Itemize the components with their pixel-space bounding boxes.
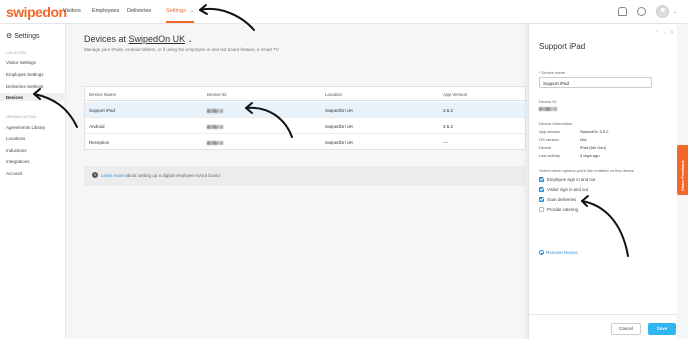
redacted-id (207, 108, 223, 113)
cell-app-version: 3.5.2 (443, 124, 454, 129)
checkbox-unchecked[interactable] (539, 207, 544, 212)
device-name-label: * Device name (539, 70, 566, 75)
save-button[interactable]: Save (648, 323, 676, 335)
info-key: OS version (539, 137, 559, 142)
device-detail-panel: ⌃ ⌄ ✕ Support iPad * Device name Support… (528, 24, 678, 339)
device-id-value (539, 106, 557, 111)
device-name-field[interactable]: Support iPad (539, 77, 652, 88)
chevron-down-icon[interactable]: ⌄ (673, 9, 677, 15)
swipedon-logo[interactable]: swipedon (6, 4, 67, 20)
option-label: Visitor sign in and out (547, 187, 589, 192)
info-value: SwipedOn 3.5.2 (580, 129, 609, 134)
checkbox-checked[interactable] (539, 197, 544, 202)
table-row[interactable]: Reception SwipedOn UK — (85, 134, 527, 150)
cell-device-name: Reception (89, 140, 110, 145)
info-text: Learn more about setting up a digital em… (101, 173, 220, 178)
redacted-id (539, 106, 557, 111)
nav-visitors[interactable]: Visitors (63, 8, 81, 14)
cell-location: SwipedOn UK (325, 108, 354, 113)
nav-employees[interactable]: Employees (92, 8, 119, 14)
cell-device-id (207, 140, 223, 145)
info-icon: i (92, 172, 98, 178)
info-key: Device (539, 145, 552, 150)
feedback-label: Share Feedback (680, 160, 685, 191)
column-header-device-name[interactable]: Device Name (89, 92, 116, 97)
sidebar-item-integrations[interactable]: Integrations (6, 159, 30, 164)
option-label: Scan deliveries (547, 197, 577, 202)
column-header-location[interactable]: Location (325, 92, 342, 97)
sidebar-item-employee-settings[interactable]: Employee Settings (6, 72, 44, 77)
page-subtitle: Manage your iPads, Android tablets, or i… (84, 47, 279, 52)
sidebar: ⚙ Settings LOCATION Visitor Settings Emp… (0, 24, 66, 339)
panel-title: Support iPad (539, 42, 586, 51)
cell-device-name: Android (89, 124, 105, 129)
sidebar-item-account[interactable]: Account (6, 171, 22, 176)
cell-device-name: Support iPad (89, 108, 116, 113)
share-feedback-tab[interactable]: Share Feedback (677, 145, 688, 195)
cell-device-id (207, 108, 223, 113)
sidebar-section-location: LOCATION (6, 51, 27, 55)
sidebar-item-inductions[interactable]: Inductions (6, 148, 27, 153)
sidebar-section-organization: ORGANIZATION (6, 115, 36, 119)
page-title: Devices at SwipedOn UK ⌄ (84, 34, 193, 44)
info-banner: i Learn more about setting up a digital … (84, 166, 526, 186)
info-key: Last activity (539, 153, 560, 158)
chevron-down-icon[interactable]: ⌄ (188, 38, 193, 44)
info-key: App version (539, 129, 561, 134)
column-header-device-id[interactable]: Device ID (207, 92, 227, 97)
chevron-down-icon[interactable]: ⌄ (663, 30, 667, 36)
active-nav-indicator (166, 21, 194, 23)
nav-deliveries[interactable]: Deliveries (127, 8, 151, 14)
checkbox-checked[interactable] (539, 187, 544, 192)
info-value: iPad (6th Gen) (580, 145, 607, 150)
info-value: 3 days ago (580, 153, 600, 158)
learn-more-link[interactable]: Learn more (101, 173, 124, 178)
device-info-label: Device Information (539, 121, 573, 126)
devices-table: Device Name Device ID Location App Versi… (84, 86, 527, 150)
divider (529, 314, 678, 315)
table-header: Device Name Device ID Location App Versi… (85, 87, 527, 101)
sidebar-item-locations[interactable]: Locations (6, 136, 25, 141)
chevron-down-icon[interactable]: ⌄ (190, 8, 194, 14)
cell-device-id (207, 124, 223, 129)
redacted-id (207, 124, 223, 129)
checkbox-checked[interactable] (539, 177, 544, 182)
info-value: N/A (580, 137, 587, 142)
bell-icon[interactable] (618, 7, 627, 16)
sidebar-item-devices[interactable]: Devices (6, 95, 23, 100)
cancel-button[interactable]: Cancel (611, 323, 641, 335)
help-icon[interactable] (637, 7, 646, 16)
sidebar-item-agreements-library[interactable]: Agreements Library (6, 125, 45, 130)
column-header-app-version[interactable]: App Version (443, 92, 467, 97)
options-label: Select which options you'd like enabled … (539, 168, 635, 173)
cell-location: SwipedOn UK (325, 140, 354, 145)
close-icon[interactable]: ✕ (670, 30, 674, 36)
cell-app-version: 3.5.2 (443, 108, 454, 113)
remove-device-button[interactable]: Remove Device (539, 250, 578, 256)
location-selector[interactable]: SwipedOn UK (129, 34, 186, 44)
sidebar-title: ⚙ Settings (6, 33, 40, 40)
chevron-up-icon[interactable]: ⌃ (655, 30, 659, 36)
option-label: Employee sign in and out (547, 177, 596, 182)
redacted-id (207, 140, 223, 145)
table-row[interactable]: Android SwipedOn UK 3.5.2 (85, 118, 527, 134)
table-row[interactable]: Support iPad SwipedOn UK 3.5.2 (85, 102, 527, 118)
minus-circle-icon (539, 250, 544, 256)
gear-icon: ⚙ (6, 33, 15, 40)
cell-location: SwipedOn UK (325, 124, 354, 129)
sidebar-item-visitor-settings[interactable]: Visitor Settings (6, 60, 36, 65)
top-nav: swipedon Visitors Employees Deliveries S… (0, 0, 688, 24)
sidebar-item-deliveries-settings[interactable]: Deliveries Settings (6, 84, 43, 89)
nav-settings[interactable]: Settings (166, 8, 186, 14)
option-label: Provide catering (547, 207, 579, 212)
cell-app-version: — (443, 140, 448, 145)
device-id-label: Device ID (539, 99, 557, 104)
avatar[interactable] (656, 5, 669, 18)
